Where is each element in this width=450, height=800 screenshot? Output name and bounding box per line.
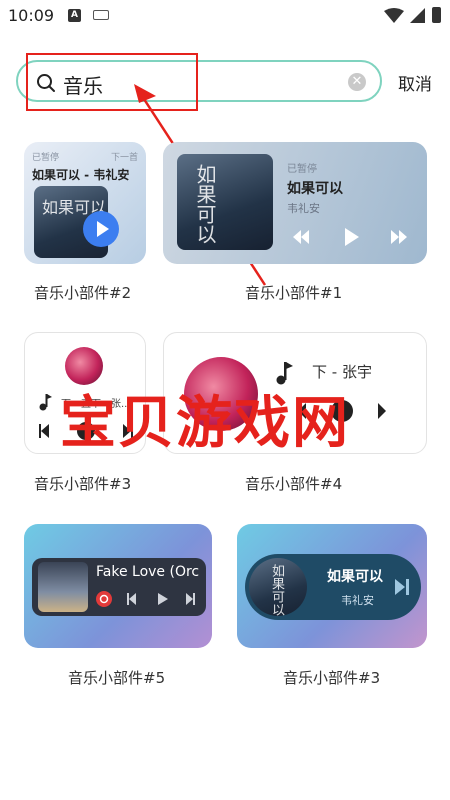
widget-song: 如果可以 - 韦礼安 (32, 168, 130, 182)
playback-controls (293, 228, 407, 246)
widget-status: 已暂停 (32, 153, 60, 163)
widget-song: 如果可以 (327, 569, 383, 585)
widget-song: Fake Love (Orc (96, 564, 200, 580)
music-widget-card-3b[interactable]: 如果可以 如果可以 韦礼安 (237, 524, 427, 648)
next-icon (391, 230, 407, 244)
player-bar: Fake Love (Orc (32, 558, 206, 616)
album-art-text: 如果可以 (269, 564, 284, 616)
widget-artist: 韦礼安 (287, 202, 320, 215)
widget-label-4: 音乐小部件#4 (245, 475, 343, 493)
widget-label-6: 音乐小部件#3 (283, 669, 381, 687)
music-widget-card-5[interactable]: Fake Love (Orc (24, 524, 212, 648)
play-icon (345, 228, 359, 246)
previous-icon (293, 230, 309, 244)
widget-status: 已暂停 (287, 164, 317, 175)
next-icon (186, 593, 195, 605)
playback-controls (96, 591, 195, 607)
netease-icon (96, 591, 112, 607)
music-widget-card-1[interactable]: 如果可以 已暂停 如果可以 韦礼安 (163, 142, 427, 264)
album-art-text: 如果可以 (193, 164, 217, 244)
widget-song: 如果可以 (287, 181, 343, 197)
music-note-icon (39, 394, 52, 411)
play-icon (158, 593, 168, 605)
widget-label-2: 音乐小部件#2 (34, 284, 132, 302)
player-pill: 如果可以 如果可以 韦礼安 (245, 554, 421, 620)
widget-label-5: 音乐小部件#5 (68, 669, 166, 687)
widget-next: 下一首 (110, 153, 138, 163)
play-icon[interactable] (82, 210, 120, 248)
watermark: 宝贝游戏网 (60, 391, 350, 456)
next-icon[interactable] (393, 577, 411, 597)
album-art (38, 562, 88, 612)
album-art: 如果可以 (177, 154, 273, 250)
widget-label-1: 音乐小部件#1 (245, 284, 343, 302)
previous-icon (127, 593, 136, 605)
widget-artist: 韦礼安 (341, 594, 374, 607)
widget-label-3: 音乐小部件#3 (34, 475, 132, 493)
album-art: 如果可以 (249, 558, 307, 616)
